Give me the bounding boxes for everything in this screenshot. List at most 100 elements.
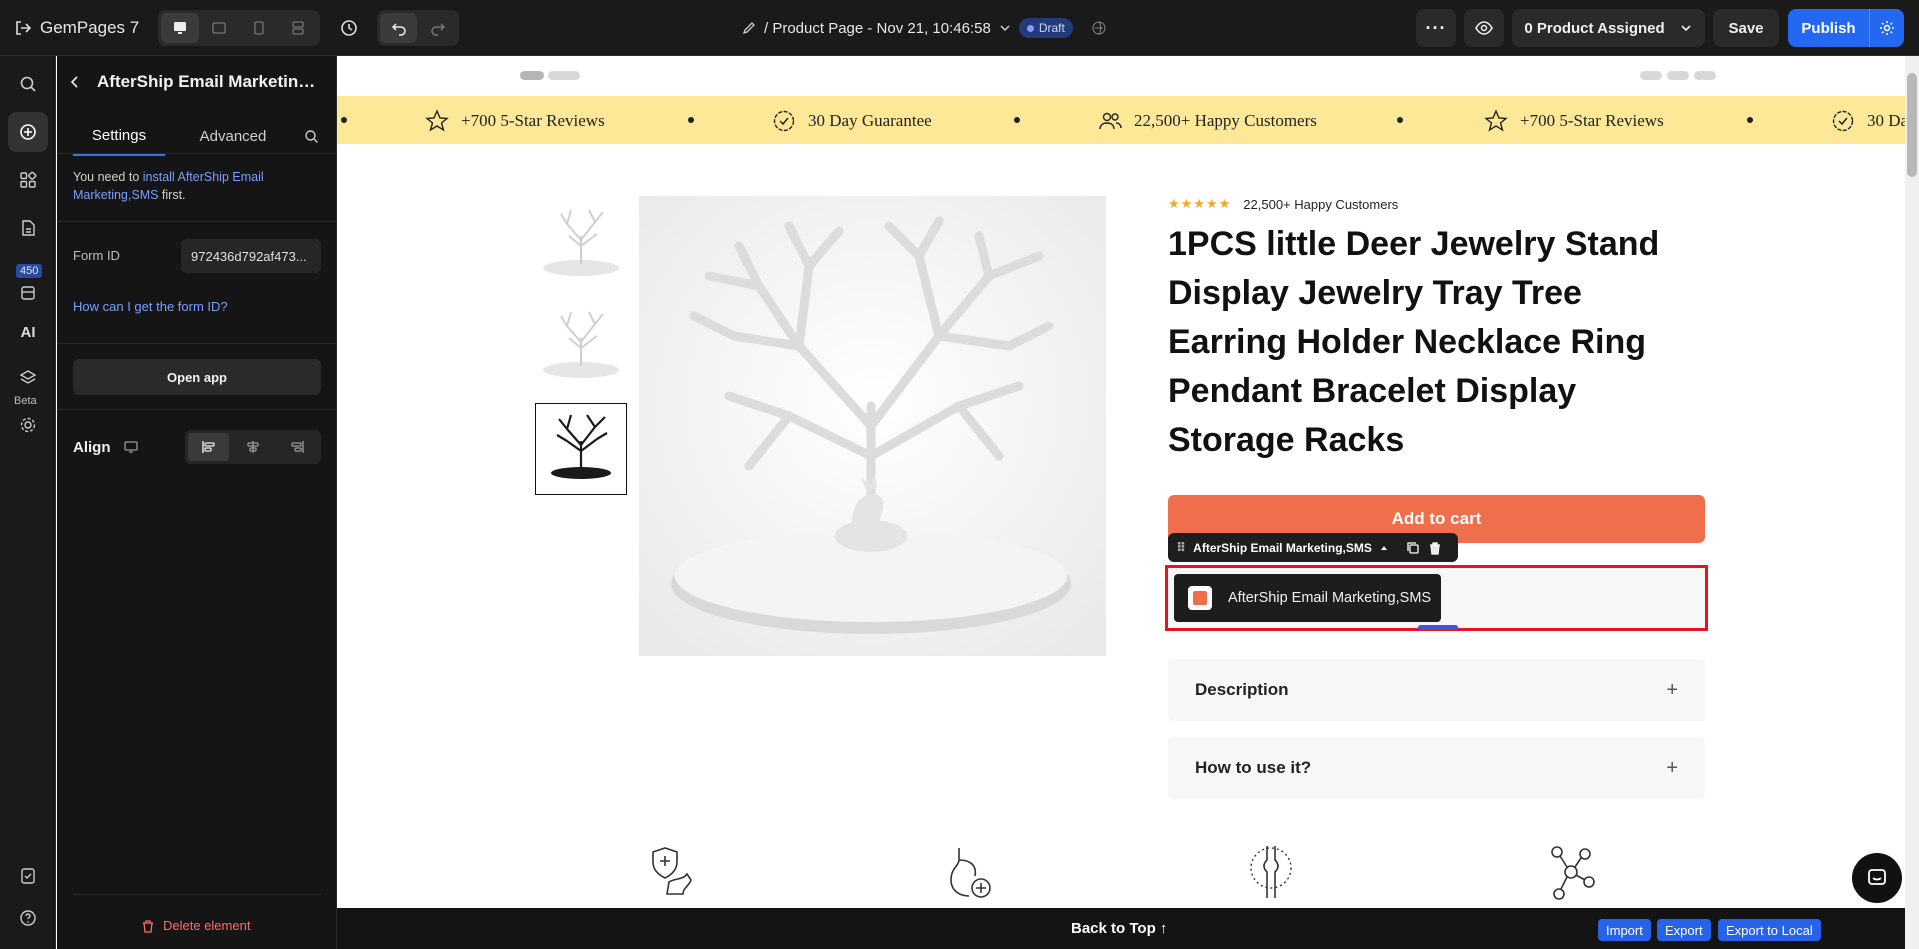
- tab-settings[interactable]: Settings: [73, 116, 165, 156]
- import-button[interactable]: Import: [1598, 919, 1651, 941]
- tablet-view-button[interactable]: [201, 13, 239, 43]
- chevron-down-icon: [1000, 25, 1010, 32]
- layout-icon: [292, 21, 304, 35]
- undo-button[interactable]: [380, 13, 417, 43]
- users-icon: [1099, 112, 1122, 130]
- badge-check-icon: [773, 110, 795, 132]
- resize-handle[interactable]: [1418, 625, 1458, 630]
- install-notice: You need to install AfterShip Email Mark…: [73, 168, 323, 204]
- app-name: GemPages 7: [40, 18, 140, 37]
- align-label: Align: [73, 438, 111, 456]
- duplicate-icon[interactable]: [1406, 541, 1420, 555]
- publish-settings-button[interactable]: [1870, 9, 1904, 47]
- plus-icon: +: [1666, 756, 1678, 779]
- scrollbar-thumb[interactable]: [1907, 73, 1917, 177]
- align-center-button[interactable]: [232, 433, 273, 461]
- notice-prefix: You need to: [73, 170, 143, 184]
- publish-button[interactable]: Publish: [1788, 9, 1870, 47]
- deer-tree-image: [543, 209, 619, 276]
- ellipsis-icon: ···: [1425, 17, 1447, 38]
- rail-apps-button[interactable]: [8, 160, 48, 200]
- marquee-item: +700 5-Star Reviews: [425, 109, 605, 133]
- library-icon: [21, 286, 35, 300]
- page-title-selector[interactable]: / Product Page - Nov 21, 10:46:58 Draft: [742, 14, 1107, 42]
- export-button[interactable]: Export: [1657, 919, 1711, 941]
- selected-element-label[interactable]: AfterShip Email Marketing,SMS: [1193, 541, 1372, 555]
- chat-icon: [1868, 869, 1886, 885]
- ai-icon: AI: [20, 323, 36, 341]
- align-left-button[interactable]: [188, 433, 230, 461]
- align-right-button[interactable]: [277, 433, 318, 461]
- delete-element-button[interactable]: Delete element: [141, 918, 250, 933]
- device-switcher: [158, 10, 320, 46]
- marquee-dot: [688, 117, 694, 123]
- aftership-form-button[interactable]: AfterShip Email Marketing,SMS: [1174, 574, 1441, 622]
- chat-support-button[interactable]: [1852, 853, 1902, 903]
- more-options-button[interactable]: ···: [1416, 9, 1456, 47]
- top-toolbar: GemPages 7 / Product Page - Nov 21, 10:4…: [0, 0, 1919, 56]
- panel-title: AfterShip Email Marketing,S...: [97, 72, 325, 91]
- back-chevron-icon[interactable]: [69, 75, 81, 89]
- save-button[interactable]: Save: [1713, 9, 1779, 47]
- rail-library-button[interactable]: [8, 266, 48, 306]
- accordion-how-to-use[interactable]: How to use it? +: [1168, 737, 1705, 799]
- preview-button[interactable]: [1464, 9, 1504, 47]
- translate-icon[interactable]: [1091, 20, 1107, 36]
- caret-up-icon[interactable]: [1380, 544, 1388, 552]
- redo-button[interactable]: [419, 13, 456, 43]
- panel-header: AfterShip Email Marketing,S...: [57, 56, 337, 108]
- divider: [73, 894, 321, 895]
- rating-stars: ★★★★★: [1168, 196, 1232, 211]
- drag-handle-icon[interactable]: ⠿: [1176, 540, 1186, 556]
- marquee-text: 30 Day Guarantee: [808, 111, 932, 130]
- open-app-button[interactable]: Open app: [73, 359, 321, 395]
- marquee-item: +700 5-Star Reviews: [1484, 109, 1664, 133]
- rail-layers-button[interactable]: [8, 358, 48, 398]
- deer-tree-image: [543, 311, 619, 378]
- rail-ai-button[interactable]: AI: [8, 312, 48, 352]
- product-thumbnail[interactable]: [535, 298, 627, 390]
- marquee-text: 22,500+ Happy Customers: [1134, 111, 1317, 130]
- tab-advanced[interactable]: Advanced: [177, 116, 289, 156]
- placeholder-pill: [1640, 71, 1662, 80]
- form-id-help-link[interactable]: How can I get the form ID?: [73, 299, 228, 314]
- product-main-image[interactable]: [639, 196, 1106, 656]
- publish-group: Publish: [1788, 9, 1904, 47]
- responsive-device-icon[interactable]: [123, 439, 139, 455]
- export-to-local-button[interactable]: Export to Local: [1718, 919, 1821, 941]
- marquee-dot: [1014, 117, 1020, 123]
- placeholder-pill: [1694, 71, 1716, 80]
- app-logo[interactable]: GemPages 7: [14, 14, 139, 42]
- desktop-view-button[interactable]: [161, 13, 199, 43]
- layout-view-button[interactable]: [280, 13, 318, 43]
- eye-icon: [1475, 21, 1493, 35]
- settings-panel: AfterShip Email Marketing,S... Settings …: [57, 56, 337, 949]
- joint-health-icon: [1250, 846, 1292, 898]
- rail-pages-button[interactable]: [8, 208, 48, 248]
- marquee-text: +700 5-Star Reviews: [461, 111, 605, 130]
- form-id-input[interactable]: 972436d792af473...: [181, 239, 321, 273]
- marquee-item: 30 Da: [1831, 109, 1905, 133]
- notice-suffix: first.: [158, 188, 186, 202]
- rail-checklist-button[interactable]: [8, 856, 48, 896]
- aftership-logo-icon: [1188, 586, 1212, 610]
- rail-search-button[interactable]: [8, 64, 48, 104]
- panel-search-button[interactable]: [297, 116, 325, 156]
- accordion-description[interactable]: Description +: [1168, 659, 1705, 721]
- canvas-scrollbar[interactable]: [1905, 56, 1919, 949]
- mobile-view-button[interactable]: [240, 13, 278, 43]
- clock-icon: [341, 20, 357, 36]
- rail-add-element-button[interactable]: [8, 112, 48, 152]
- gear-icon: [20, 417, 36, 433]
- stomach-health-icon: [950, 848, 991, 898]
- product-thumbnail-selected[interactable]: [535, 403, 627, 495]
- trash-icon[interactable]: [1428, 541, 1442, 555]
- product-assign-dropdown[interactable]: 0 Product Assigned: [1512, 9, 1705, 47]
- product-thumbnail[interactable]: [535, 196, 627, 288]
- back-to-top-button[interactable]: Back to Top ↑: [1071, 920, 1167, 937]
- rail-beta-settings-button[interactable]: [8, 396, 48, 436]
- history-button[interactable]: [334, 14, 364, 42]
- plus-circle-icon: [20, 124, 36, 140]
- editor-canvas[interactable]: +700 5-Star Reviews 30 Day Guarantee 22,…: [337, 56, 1919, 949]
- rail-help-button[interactable]: [8, 898, 48, 938]
